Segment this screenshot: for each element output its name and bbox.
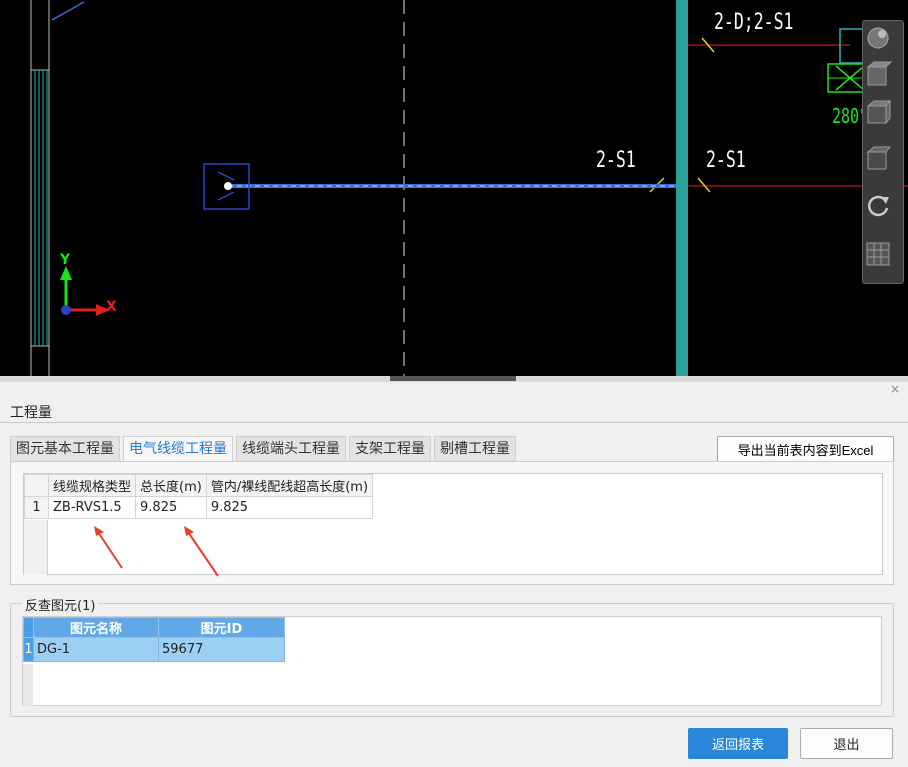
return-report-button[interactable]: 返回报表: [688, 728, 788, 759]
splitter-grip[interactable]: [390, 376, 516, 381]
cable-tag-left: 2-S1: [596, 148, 636, 173]
tab-groove-quantity[interactable]: 剔槽工程量: [434, 436, 516, 462]
cad-drawing: [30, 0, 908, 376]
axis-x-label: X: [106, 299, 117, 315]
cube-solid-icon[interactable]: [863, 143, 893, 173]
row-number: 1: [23, 637, 34, 662]
tab-basic-quantity[interactable]: 图元基本工程量: [10, 436, 120, 462]
extra-length-cell[interactable]: 9.825: [205, 496, 374, 519]
quantity-panel: × 工程量 图元基本工程量 电气线缆工程量 线缆端头工程量 支架工程量 剔槽工程…: [0, 382, 908, 767]
reverse-lookup-title: 反查图元(1): [22, 595, 99, 614]
table-row[interactable]: 1 DG-1 59677: [23, 637, 285, 662]
corner-cell: [24, 474, 49, 497]
cable-spec-cell[interactable]: ZB-RVS1.5: [47, 496, 137, 519]
cable-tag-top: 2-D;2-S1: [714, 10, 794, 35]
cube-view-icon[interactable]: [863, 97, 893, 127]
cad-canvas[interactable]: 2-D;2-S1 2-S1 2-S1 280℃ Y X: [0, 0, 908, 376]
tab-bracket-quantity[interactable]: 支架工程量: [349, 436, 431, 462]
column-header[interactable]: 总长度(m): [135, 474, 207, 497]
tab-cable-end-quantity[interactable]: 线缆端头工程量: [236, 436, 346, 462]
close-icon[interactable]: ×: [890, 382, 900, 396]
corner-cell: [23, 617, 34, 638]
tab-cable-quantity[interactable]: 电气线缆工程量: [123, 436, 233, 462]
element-name-cell[interactable]: DG-1: [33, 637, 159, 662]
divider: [0, 422, 908, 423]
tab-bar: 图元基本工程量 电气线缆工程量 线缆端头工程量 支架工程量 剔槽工程量: [10, 436, 516, 462]
column-header[interactable]: 管内/裸线配线超高长度(m): [205, 474, 374, 497]
element-id-cell[interactable]: 59677: [158, 637, 285, 662]
row-header-filler: [23, 664, 33, 706]
rotate-icon[interactable]: [863, 191, 893, 221]
cable-tag-right: 2-S1: [706, 148, 746, 173]
table-header-row: 线缆规格类型 总长度(m) 管内/裸线配线超高长度(m): [24, 474, 374, 497]
table-header-row: 图元名称 图元ID: [23, 617, 285, 638]
column-header[interactable]: 图元名称: [33, 617, 159, 638]
annotation-arrows: [94, 526, 219, 577]
table-row[interactable]: 1 ZB-RVS1.5 9.825 9.825: [24, 496, 374, 519]
column-header[interactable]: 图元ID: [158, 617, 285, 638]
grid-panel-icon[interactable]: [863, 239, 893, 269]
row-number: 1: [24, 496, 49, 519]
reverse-lookup-table: 图元名称 图元ID 1 DG-1 59677: [22, 616, 882, 706]
row-header-filler: [24, 520, 48, 575]
column-header[interactable]: 线缆规格类型: [47, 474, 137, 497]
cube-3d-icon[interactable]: [863, 59, 893, 89]
total-length-cell[interactable]: 9.825: [135, 496, 207, 519]
view-toolbar: [862, 20, 904, 284]
exit-button[interactable]: 退出: [800, 728, 893, 759]
axis-y-label: Y: [60, 252, 71, 268]
panel-title: 工程量: [10, 405, 52, 421]
orbit-icon[interactable]: [863, 23, 893, 53]
